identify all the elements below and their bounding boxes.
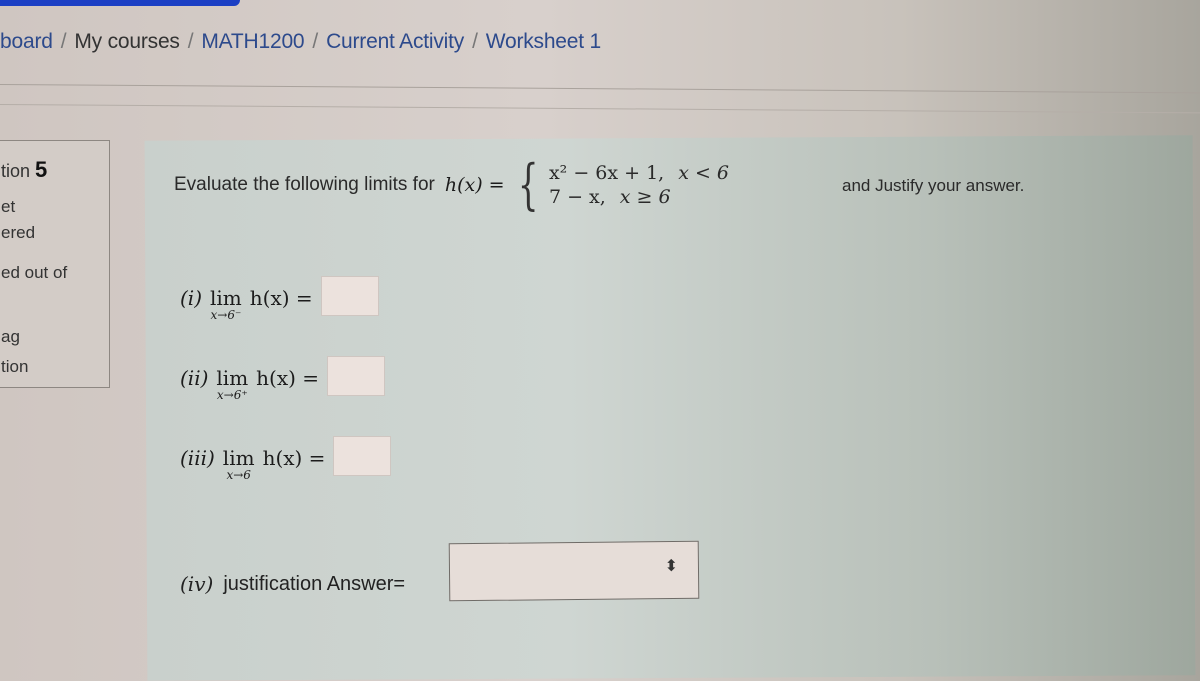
limit-part-2: (ii) lim x→6⁺ h(x) = [180, 356, 386, 402]
breadcrumb: board / My courses / MATH1200 / Current Activi… [0, 30, 601, 54]
case-2: 7 − x, x ≥ 6 [548, 186, 671, 208]
divider [0, 104, 1200, 114]
question-info-box: tion 5 et ered ed out of ag tion [0, 140, 110, 388]
limit-part-1: (i) lim x→6⁻ h(x) = [180, 276, 379, 322]
answer-input-2[interactable] [327, 356, 386, 396]
breadcrumb-current-activity[interactable]: Current Activity [326, 30, 464, 53]
marks-line: ed out of [1, 263, 68, 282]
brace: { [517, 153, 539, 216]
divider [0, 84, 1200, 94]
breadcrumb-worksheet[interactable]: Worksheet 1 [486, 30, 602, 53]
answer-input-1[interactable] [320, 276, 379, 316]
breadcrumb-course[interactable]: MATH1200 [201, 30, 304, 53]
status-line: et [1, 197, 16, 216]
breadcrumb-separator: / [60, 30, 67, 53]
status-line: ered [1, 223, 36, 242]
justification-row: (iv) justification Answer= [180, 572, 406, 596]
breadcrumb-separator: / [312, 30, 319, 53]
breadcrumb-dashboard[interactable]: board [0, 30, 53, 53]
justification-select[interactable]: ⬍ [448, 540, 700, 602]
prompt-text: Evaluate the following limits for [174, 174, 435, 195]
question-prompt: Evaluate the following limits for h(x) =… [174, 158, 729, 212]
breadcrumb-my-courses[interactable]: My courses [74, 30, 180, 53]
breadcrumb-separator: / [472, 30, 478, 53]
select-caret-icon: ⬍ [664, 557, 679, 576]
breadcrumb-separator: / [187, 30, 194, 53]
function-lhs: h(x) = [444, 174, 505, 196]
question-number: tion 5 [1, 157, 48, 182]
limit-part-3: (iii) lim x→6 h(x) = [180, 436, 392, 482]
flag-question[interactable]: tion [1, 357, 28, 377]
prompt-tail: and Justify your answer. [842, 176, 1025, 195]
flag-question[interactable]: ag [1, 327, 20, 347]
top-nav-bar [0, 0, 240, 6]
case-1: x² − 6x + 1, x < 6 [548, 162, 730, 184]
answer-input-3[interactable] [333, 436, 392, 476]
piecewise-function: { x² − 6x + 1, x < 6 7 − x, x ≥ 6 [511, 158, 729, 212]
